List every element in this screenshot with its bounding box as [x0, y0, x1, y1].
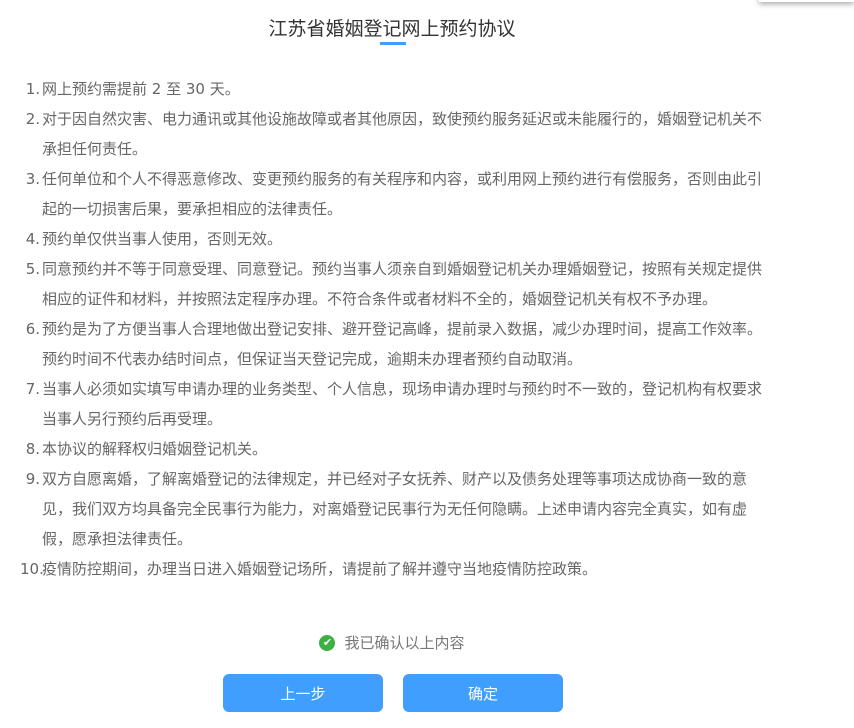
item-number: 1. — [25, 80, 40, 98]
page-title: 江苏省婚姻登记网上预约协议 — [268, 18, 516, 40]
item-number: 8. — [25, 440, 40, 458]
list-item: 8. 本协议的解释权归婚姻登记机关。 — [20, 434, 765, 464]
item-number: 10. — [20, 560, 44, 578]
item-number: 6. — [25, 320, 40, 338]
item-number: 9. — [25, 470, 40, 488]
item-text: 疫情防控期间，办理当日进入婚姻登记场所，请提前了解并遵守当地疫情防控政策。 — [42, 560, 598, 578]
item-text: 本协议的解释权归婚姻登记机关。 — [42, 440, 268, 458]
item-number: 3. — [25, 170, 40, 188]
list-item: 6. 预约是为了方便当事人合理地做出登记安排、避开登记高峰，提前录入数据，减少办理… — [20, 314, 765, 374]
list-item: 2. 对于因自然灾害、电力通讯或其他设施故障或者其他原因，致使预约服务延迟或未能履… — [20, 104, 765, 164]
prev-step-button[interactable]: 上一步 — [223, 674, 383, 712]
title-underline — [380, 42, 406, 45]
item-number: 4. — [25, 230, 40, 248]
item-text: 对于因自然灾害、电力通讯或其他设施故障或者其他原因，致使预约服务延迟或未能履行的… — [42, 110, 763, 158]
list-item: 4. 预约单仅供当事人使用，否则无效。 — [20, 224, 765, 254]
item-text: 网上预约需提前 2 至 30 天。 — [42, 80, 240, 98]
item-text: 预约单仅供当事人使用，否则无效。 — [42, 230, 283, 248]
item-text: 任何单位和个人不得恶意修改、变更预约服务的有关程序和内容，或利用网上预约进行有偿… — [42, 170, 763, 218]
confirm-label: 我已确认以上内容 — [344, 634, 465, 652]
item-text: 当事人必须如实填写申请办理的业务类型、个人信息，现场申请办理时与预约时不一致的，… — [42, 380, 763, 428]
item-number: 2. — [25, 110, 40, 128]
list-item: 7. 当事人必须如实填写申请办理的业务类型、个人信息，现场申请办理时与预约时不一致… — [20, 374, 765, 434]
item-text: 双方自愿离婚，了解离婚登记的法律规定，并已经对子女抚养、财产以及债务处理等事项达… — [42, 470, 748, 548]
confirm-checkbox[interactable]: ✔ 我已确认以上内容 — [0, 632, 784, 653]
agreement-list: 1. 网上预约需提前 2 至 30 天。 2. 对于因自然灾害、电力通讯或其他设施故… — [20, 74, 765, 584]
item-text: 预约是为了方便当事人合理地做出登记安排、避开登记高峰，提前录入数据，减少办理时间… — [42, 320, 763, 368]
list-item: 1. 网上预约需提前 2 至 30 天。 — [20, 74, 765, 104]
item-text: 同意预约并不等于同意受理、同意登记。预约当事人须亲自到婚姻登记机关办理婚姻登记，… — [42, 260, 763, 308]
list-item: 9. 双方自愿离婚，了解离婚登记的法律规定，并已经对子女抚养、财产以及债务处理等事… — [20, 464, 765, 554]
window-shadow — [759, 0, 854, 2]
confirm-button[interactable]: 确定 — [403, 674, 563, 712]
list-item: 5. 同意预约并不等于同意受理、同意登记。预约当事人须亲自到婚姻登记机关办理婚姻登… — [20, 254, 765, 314]
list-item: 3. 任何单位和个人不得恶意修改、变更预约服务的有关程序和内容，或利用网上预约进行… — [20, 164, 765, 224]
list-item: 10. 疫情防控期间，办理当日进入婚姻登记场所，请提前了解并遵守当地疫情防控政策。 — [20, 554, 765, 584]
item-number: 5. — [25, 260, 40, 278]
check-circle-icon: ✔ — [319, 634, 336, 651]
item-number: 7. — [25, 380, 40, 398]
